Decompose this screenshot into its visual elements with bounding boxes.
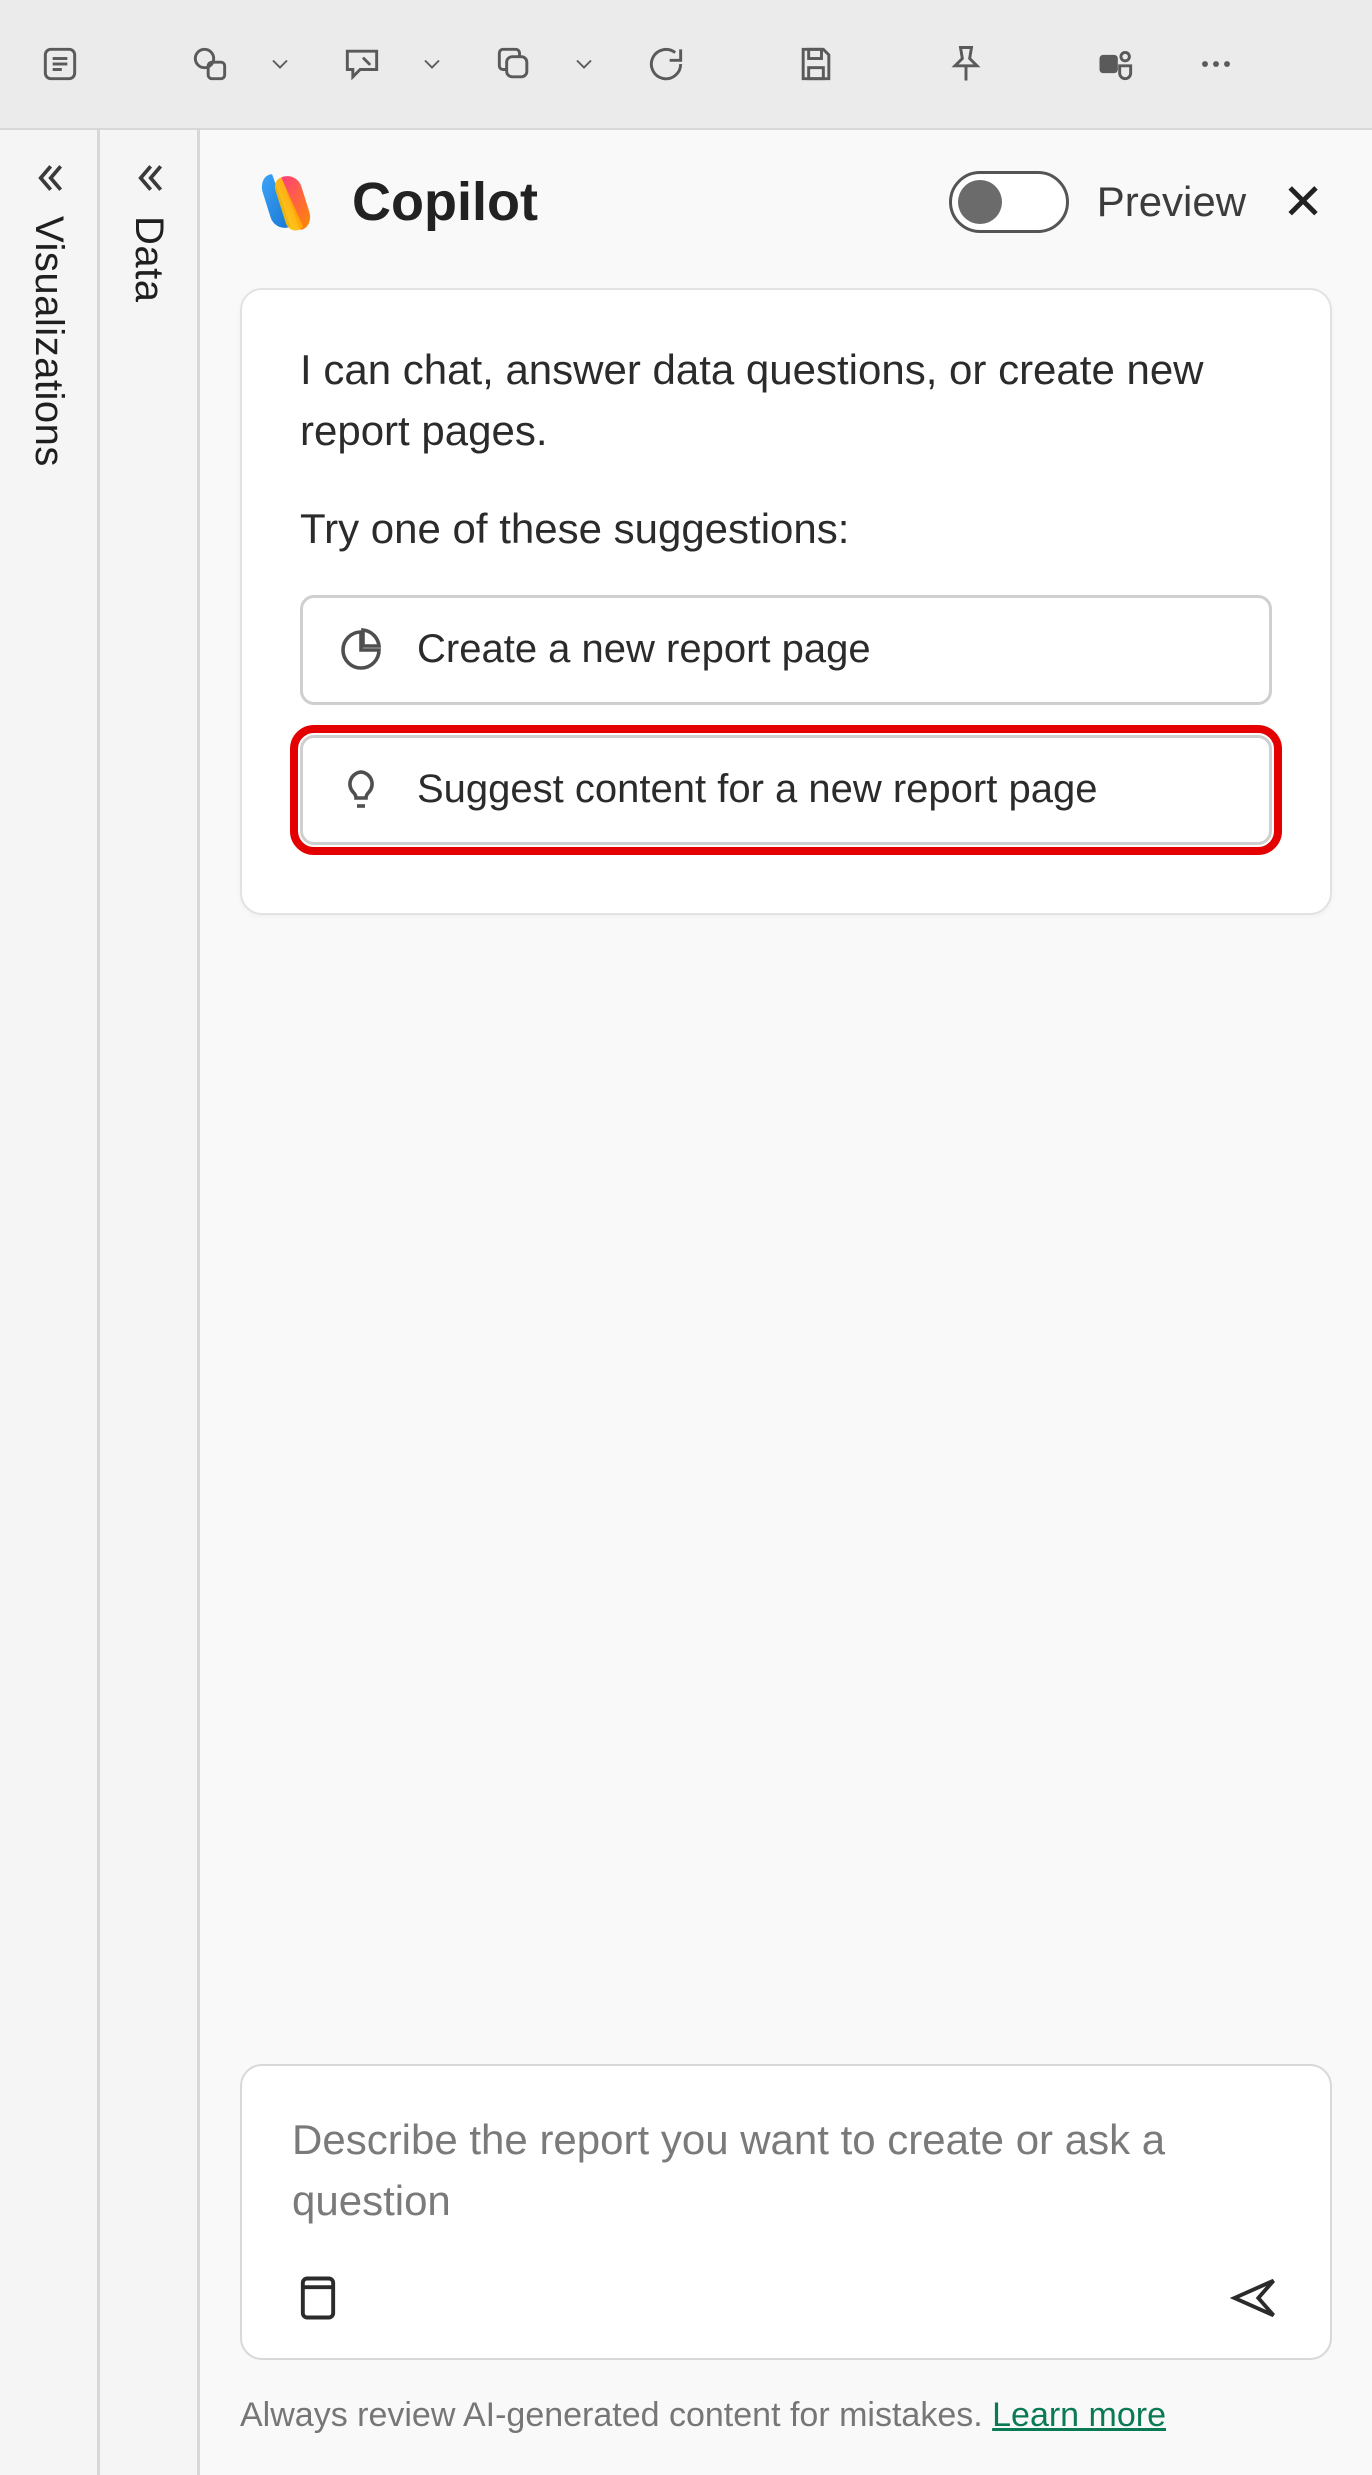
suggestion-create-report[interactable]: Create a new report page — [300, 595, 1272, 705]
footnote-text: Always review AI-generated content for m… — [240, 2396, 992, 2434]
copilot-pane: Copilot Preview ✕ I can chat, answer dat… — [200, 130, 1372, 2475]
shapes-dropdown-icon[interactable] — [258, 32, 302, 96]
copilot-intro-card: I can chat, answer data questions, or cr… — [240, 288, 1332, 915]
visualizations-panel: Visualizations — [0, 130, 100, 2475]
close-copilot-button[interactable]: ✕ — [1274, 177, 1332, 227]
copilot-intro-text: I can chat, answer data questions, or cr… — [300, 340, 1272, 462]
suggestion-label: Create a new report page — [417, 627, 871, 672]
visualizations-tab[interactable]: Visualizations — [26, 212, 71, 467]
shapes-icon[interactable] — [178, 32, 242, 96]
learn-more-link[interactable]: Learn more — [992, 2396, 1166, 2434]
copy-dropdown-icon[interactable] — [562, 32, 606, 96]
expand-visualizations-icon[interactable] — [29, 158, 69, 198]
save-icon[interactable] — [784, 32, 848, 96]
copilot-header: Copilot Preview ✕ — [248, 164, 1332, 240]
suggestion-label: Suggest content for a new report page — [417, 767, 1097, 812]
data-tab[interactable]: Data — [126, 212, 171, 303]
copilot-prompt-box[interactable]: Describe the report you want to create o… — [240, 2064, 1332, 2360]
comment-dropdown-icon[interactable] — [410, 32, 454, 96]
comment-icon[interactable] — [330, 32, 394, 96]
expand-data-icon[interactable] — [129, 158, 169, 198]
send-icon[interactable] — [1228, 2272, 1280, 2324]
outline-panel-icon[interactable] — [28, 32, 92, 96]
copy-icon[interactable] — [482, 32, 546, 96]
copilot-title: Copilot — [352, 171, 538, 233]
refresh-icon[interactable] — [634, 32, 698, 96]
teams-icon[interactable]: T — [1084, 32, 1148, 96]
more-icon[interactable] — [1184, 32, 1248, 96]
preview-label: Preview — [1097, 178, 1246, 226]
prompt-guide-icon[interactable] — [292, 2272, 344, 2324]
copilot-footnote: Always review AI-generated content for m… — [240, 2396, 1332, 2435]
copilot-logo-icon — [248, 164, 324, 240]
prompt-input[interactable]: Describe the report you want to create o… — [292, 2110, 1280, 2232]
data-panel: Data — [100, 130, 200, 2475]
pin-icon[interactable] — [934, 32, 998, 96]
preview-toggle[interactable] — [949, 171, 1069, 233]
piechart-icon — [337, 626, 385, 674]
top-toolbar: T — [0, 0, 1372, 130]
lightbulb-icon — [337, 766, 385, 814]
copilot-try-label: Try one of these suggestions: — [300, 500, 1272, 559]
suggestion-suggest-content[interactable]: Suggest content for a new report page — [300, 735, 1272, 845]
svg-text:T: T — [1104, 58, 1113, 74]
